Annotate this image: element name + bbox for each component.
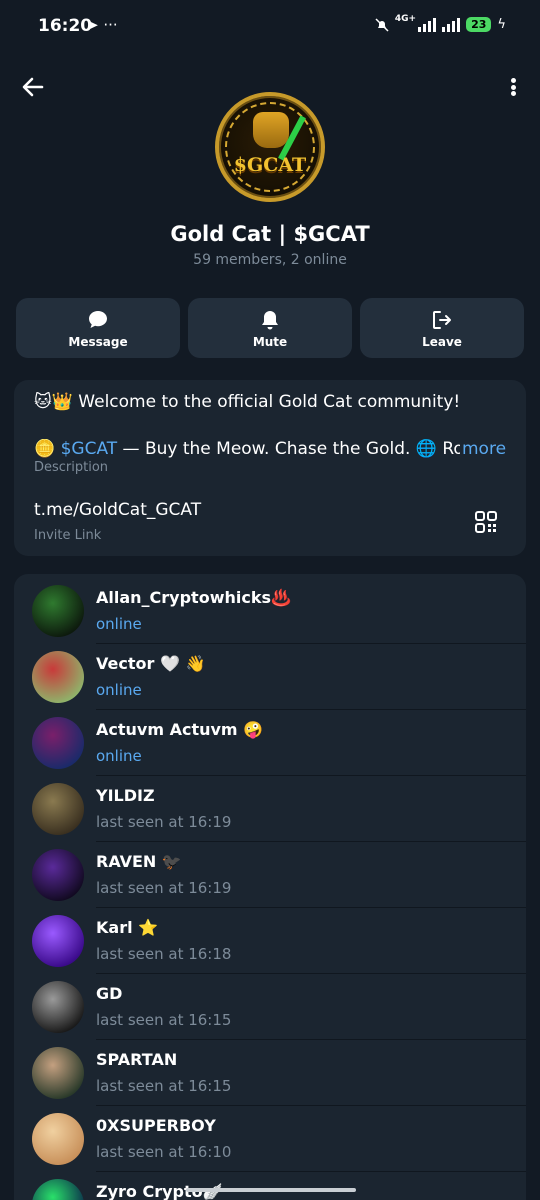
- member-avatar: [32, 651, 84, 703]
- member-name: YILDIZ: [96, 786, 155, 805]
- description-line-2: 🪙 $GCAT — Buy the Meow. Chase the Gold. …: [34, 439, 504, 459]
- members-list: Allan_Cryptowhicks♨️online Vector 🤍 👋 onli…: [14, 574, 526, 1200]
- member-row[interactable]: RAVEN 🐦‍⬛ last seen at 16:19: [14, 842, 526, 908]
- leave-label: Leave: [422, 335, 462, 349]
- member-avatar: [32, 717, 84, 769]
- back-button[interactable]: [18, 72, 48, 102]
- member-name: RAVEN 🐦‍⬛: [96, 852, 182, 871]
- member-row[interactable]: Actuvm Actuvm 🤪 online: [14, 710, 526, 776]
- group-info-card: 🐱👑 Welcome to the official Gold Cat comm…: [14, 380, 526, 556]
- network-label: 4G+: [394, 13, 417, 24]
- message-icon: [89, 311, 107, 328]
- member-avatar: [32, 1113, 84, 1165]
- member-name: Karl ⭐: [96, 918, 159, 937]
- member-avatar: [32, 849, 84, 901]
- more-link[interactable]: more: [460, 439, 507, 459]
- member-status: last seen at 16:15: [96, 1077, 232, 1095]
- action-bar: Message Mute Leave: [16, 298, 524, 358]
- member-name: 0XSUPERBOY: [96, 1116, 216, 1135]
- member-name: Actuvm Actuvm 🤪: [96, 720, 264, 739]
- invite-link[interactable]: t.me/GoldCat_GCAT: [34, 500, 201, 520]
- qr-code-button[interactable]: [474, 510, 498, 534]
- member-status: last seen at 16:15: [96, 1011, 232, 1029]
- member-avatar: [32, 1047, 84, 1099]
- mute-button[interactable]: Mute: [188, 298, 352, 358]
- group-member-count: 59 members, 2 online: [193, 252, 347, 268]
- description-line-1: 🐱👑 Welcome to the official Gold Cat comm…: [34, 392, 461, 412]
- notification-icons: ➤ ···: [86, 16, 118, 34]
- bell-icon: [262, 311, 278, 330]
- dot: [510, 78, 516, 83]
- member-row[interactable]: GD last seen at 16:15: [14, 974, 526, 1040]
- signal-icon-2: [442, 17, 461, 32]
- more-options-button[interactable]: [506, 74, 520, 100]
- member-name: GD: [96, 984, 123, 1003]
- invite-link-label: Invite Link: [34, 528, 102, 543]
- status-bar: 16:20 ➤ ··· 4G+ 23 ϟ: [0, 0, 540, 52]
- member-status: last seen at 16:10: [96, 1143, 232, 1161]
- message-label: Message: [68, 335, 128, 349]
- member-avatar: [32, 783, 84, 835]
- mute-label: Mute: [252, 335, 288, 349]
- member-row[interactable]: Vector 🤍 👋 online: [14, 644, 526, 710]
- member-status: online: [96, 747, 142, 765]
- battery-level: 23: [466, 17, 492, 32]
- member-status: last seen at 16:19: [96, 879, 232, 897]
- status-right: 4G+ 23 ϟ: [375, 13, 506, 32]
- cat-logo-icon: [253, 112, 289, 148]
- member-row[interactable]: Zyro Crypto🪽: [14, 1172, 526, 1200]
- message-button[interactable]: Message: [16, 298, 180, 358]
- leave-icon: [433, 311, 451, 329]
- back-arrow-icon: [22, 77, 44, 97]
- description-text: — Buy the Meow. Chase the Gold. 🌐 Roa: [117, 439, 475, 459]
- qr-code-icon: [475, 511, 497, 533]
- ticker-link[interactable]: $GCAT: [61, 439, 118, 459]
- member-status: last seen at 16:18: [96, 945, 232, 963]
- member-avatar: [32, 981, 84, 1033]
- avatar-ticker-text: $GCAT: [233, 154, 307, 176]
- coin-emoji: 🪙: [34, 439, 61, 459]
- description-label: Description: [34, 460, 109, 475]
- status-time: 16:20: [38, 16, 93, 36]
- member-name: Allan_Cryptowhicks♨️: [96, 588, 291, 607]
- group-title: Gold Cat | $GCAT: [170, 222, 370, 246]
- member-row[interactable]: Karl ⭐ last seen at 16:18: [14, 908, 526, 974]
- member-avatar: [32, 1179, 84, 1200]
- dot: [510, 91, 516, 96]
- member-row[interactable]: Allan_Cryptowhicks♨️online: [14, 578, 526, 644]
- member-row[interactable]: SPARTAN last seen at 16:15: [14, 1040, 526, 1106]
- group-avatar[interactable]: $GCAT: [215, 92, 325, 202]
- charging-icon: ϟ: [497, 17, 506, 32]
- member-avatar: [32, 915, 84, 967]
- member-status: online: [96, 615, 142, 633]
- member-row[interactable]: YILDIZ last seen at 16:19: [14, 776, 526, 842]
- member-status: last seen at 16:19: [96, 813, 232, 831]
- dot: [510, 84, 516, 90]
- leave-button[interactable]: Leave: [360, 298, 524, 358]
- member-name: Vector 🤍 👋: [96, 654, 206, 673]
- signal-icon: [418, 17, 437, 32]
- member-row[interactable]: 0XSUPERBOY last seen at 16:10: [14, 1106, 526, 1172]
- mute-bell-icon: [375, 17, 389, 32]
- member-status: online: [96, 681, 142, 699]
- member-avatar: [32, 585, 84, 637]
- home-indicator[interactable]: [186, 1188, 356, 1192]
- member-name: SPARTAN: [96, 1050, 178, 1069]
